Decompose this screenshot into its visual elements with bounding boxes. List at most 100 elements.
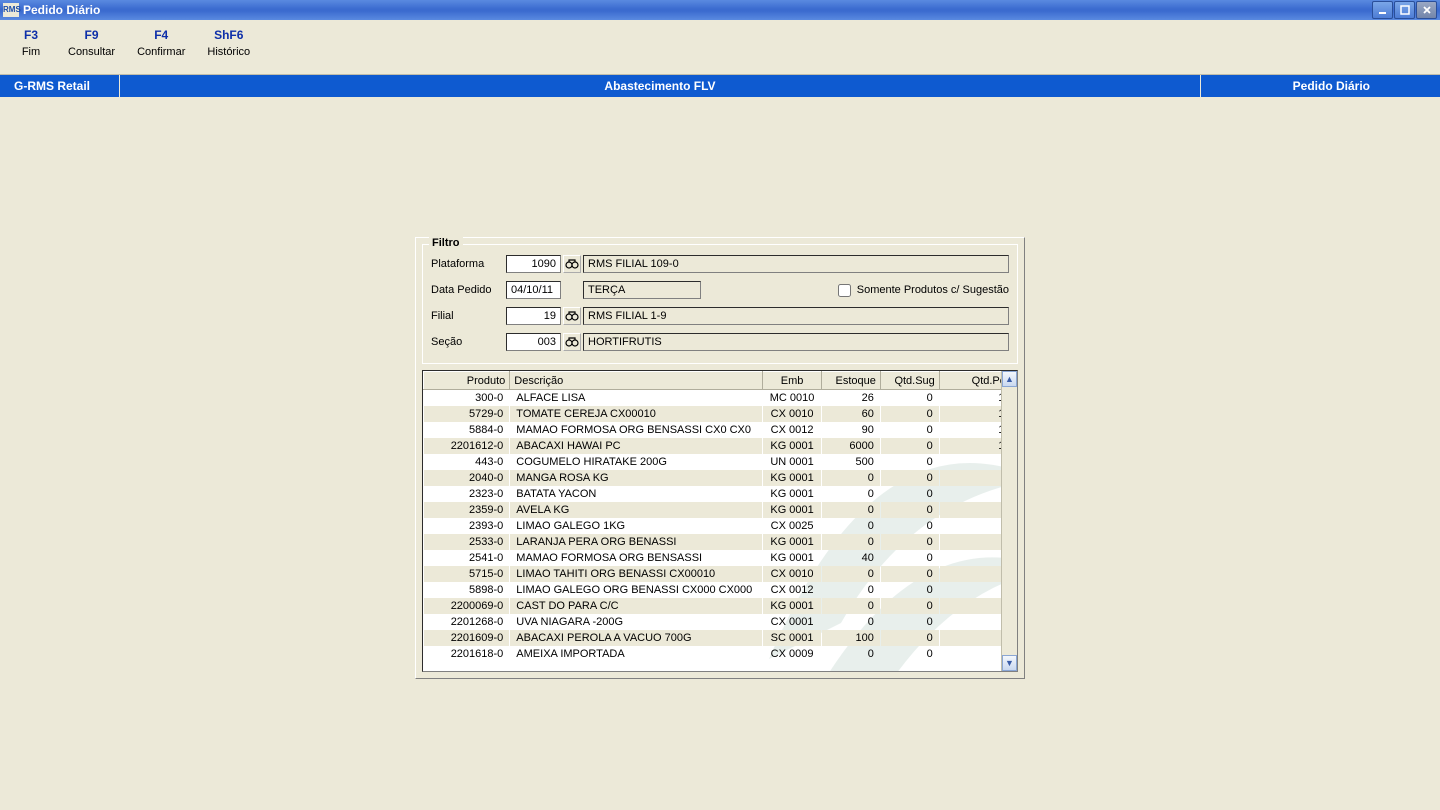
- scroll-up-button[interactable]: ▲: [1002, 371, 1017, 387]
- cell-produto[interactable]: 2040-0: [424, 470, 510, 486]
- cell-descricao[interactable]: ALFACE LISA: [510, 390, 763, 406]
- cell-qtdsug[interactable]: 0: [880, 550, 939, 566]
- product-table[interactable]: Produto Descrição Emb Estoque Qtd.Sug Qt…: [423, 371, 1017, 662]
- table-row[interactable]: 2541-0MAMAO FORMOSA ORG BENSASSIKG 00014…: [424, 550, 1017, 566]
- plataforma-input[interactable]: [506, 255, 561, 273]
- cell-produto[interactable]: 5898-0: [424, 582, 510, 598]
- th-emb[interactable]: Emb: [763, 372, 822, 390]
- cell-descricao[interactable]: ABACAXI PEROLA A VACUO 700G: [510, 630, 763, 646]
- cell-emb[interactable]: KG 0001: [763, 486, 822, 502]
- table-row[interactable]: 300-0ALFACE LISAMC 001026010: [424, 390, 1017, 406]
- cell-estoque[interactable]: 0: [822, 646, 881, 662]
- cell-descricao[interactable]: MAMAO FORMOSA ORG BENSASSI CX0 CX0: [510, 422, 763, 438]
- cell-produto[interactable]: 5729-0: [424, 406, 510, 422]
- cell-estoque[interactable]: 0: [822, 502, 881, 518]
- cell-produto[interactable]: 2201612-0: [424, 438, 510, 454]
- cell-estoque[interactable]: 26: [822, 390, 881, 406]
- cell-estoque[interactable]: 90: [822, 422, 881, 438]
- cell-produto[interactable]: 2541-0: [424, 550, 510, 566]
- secao-lookup-button[interactable]: [563, 333, 581, 351]
- plataforma-lookup-button[interactable]: [563, 255, 581, 273]
- table-row[interactable]: 2393-0LIMAO GALEGO 1KGCX 0025000: [424, 518, 1017, 534]
- cell-qtdsug[interactable]: 0: [880, 614, 939, 630]
- table-row[interactable]: 2533-0LARANJA PERA ORG BENASSIKG 0001000: [424, 534, 1017, 550]
- cell-emb[interactable]: SC 0001: [763, 630, 822, 646]
- cell-qtdsug[interactable]: 0: [880, 406, 939, 422]
- cell-emb[interactable]: CX 0010: [763, 406, 822, 422]
- cell-emb[interactable]: CX 0001: [763, 614, 822, 630]
- cell-qtdsug[interactable]: 0: [880, 646, 939, 662]
- cell-emb[interactable]: UN 0001: [763, 454, 822, 470]
- cell-estoque[interactable]: 60: [822, 406, 881, 422]
- cell-estoque[interactable]: 0: [822, 598, 881, 614]
- cell-emb[interactable]: KG 0001: [763, 502, 822, 518]
- close-button[interactable]: [1416, 1, 1437, 19]
- cell-emb[interactable]: KG 0001: [763, 438, 822, 454]
- table-row[interactable]: 2201612-0ABACAXI HAWAI PCKG 00016000010: [424, 438, 1017, 454]
- cell-emb[interactable]: KG 0001: [763, 470, 822, 486]
- cell-qtdsug[interactable]: 0: [880, 422, 939, 438]
- cell-estoque[interactable]: 0: [822, 566, 881, 582]
- cell-produto[interactable]: 2533-0: [424, 534, 510, 550]
- cell-descricao[interactable]: MANGA ROSA KG: [510, 470, 763, 486]
- cell-qtdsug[interactable]: 0: [880, 454, 939, 470]
- cell-produto[interactable]: 2323-0: [424, 486, 510, 502]
- table-row[interactable]: 2323-0BATATA YACONKG 0001000: [424, 486, 1017, 502]
- table-row[interactable]: 2040-0MANGA ROSA KGKG 0001000: [424, 470, 1017, 486]
- th-estoque[interactable]: Estoque: [822, 372, 881, 390]
- cell-qtdsug[interactable]: 0: [880, 438, 939, 454]
- cell-emb[interactable]: CX 0010: [763, 566, 822, 582]
- table-row[interactable]: 5715-0LIMAO TAHITI ORG BENASSI CX00010CX…: [424, 566, 1017, 582]
- cell-descricao[interactable]: ABACAXI HAWAI PC: [510, 438, 763, 454]
- cell-qtdsug[interactable]: 0: [880, 390, 939, 406]
- cell-estoque[interactable]: 0: [822, 582, 881, 598]
- th-descricao[interactable]: Descrição: [510, 372, 763, 390]
- secao-input[interactable]: [506, 333, 561, 351]
- cell-qtdsug[interactable]: 0: [880, 566, 939, 582]
- cell-qtdsug[interactable]: 0: [880, 486, 939, 502]
- minimize-button[interactable]: [1372, 1, 1393, 19]
- shf6-historico-button[interactable]: ShF6 Histórico: [207, 28, 250, 74]
- cell-estoque[interactable]: 0: [822, 486, 881, 502]
- somente-sugestao-checkbox[interactable]: [838, 284, 851, 297]
- table-row[interactable]: 2201609-0ABACAXI PEROLA A VACUO 700GSC 0…: [424, 630, 1017, 646]
- cell-estoque[interactable]: 100: [822, 630, 881, 646]
- cell-descricao[interactable]: MAMAO FORMOSA ORG BENSASSI: [510, 550, 763, 566]
- cell-produto[interactable]: 2393-0: [424, 518, 510, 534]
- cell-emb[interactable]: CX 0012: [763, 422, 822, 438]
- cell-produto[interactable]: 2201618-0: [424, 646, 510, 662]
- cell-estoque[interactable]: 0: [822, 534, 881, 550]
- cell-estoque[interactable]: 40: [822, 550, 881, 566]
- cell-descricao[interactable]: UVA NIAGARA -200G: [510, 614, 763, 630]
- table-row[interactable]: 5884-0MAMAO FORMOSA ORG BENSASSI CX0 CX0…: [424, 422, 1017, 438]
- cell-descricao[interactable]: AMEIXA IMPORTADA: [510, 646, 763, 662]
- cell-descricao[interactable]: CAST DO PARA C/C: [510, 598, 763, 614]
- cell-qtdsug[interactable]: 0: [880, 470, 939, 486]
- table-row[interactable]: 2201268-0UVA NIAGARA -200GCX 0001000: [424, 614, 1017, 630]
- cell-produto[interactable]: 300-0: [424, 390, 510, 406]
- cell-produto[interactable]: 2201268-0: [424, 614, 510, 630]
- cell-descricao[interactable]: LIMAO TAHITI ORG BENASSI CX00010: [510, 566, 763, 582]
- cell-descricao[interactable]: LIMAO GALEGO ORG BENASSI CX000 CX000: [510, 582, 763, 598]
- cell-descricao[interactable]: BATATA YACON: [510, 486, 763, 502]
- table-row[interactable]: 2359-0AVELA KGKG 0001000: [424, 502, 1017, 518]
- table-row[interactable]: 5898-0LIMAO GALEGO ORG BENASSI CX000 CX0…: [424, 582, 1017, 598]
- cell-estoque[interactable]: 0: [822, 614, 881, 630]
- th-produto[interactable]: Produto: [424, 372, 510, 390]
- cell-qtdsug[interactable]: 0: [880, 534, 939, 550]
- scroll-down-button[interactable]: ▼: [1002, 655, 1017, 671]
- vertical-scrollbar[interactable]: ▲ ▼: [1001, 371, 1017, 671]
- cell-produto[interactable]: 443-0: [424, 454, 510, 470]
- filial-lookup-button[interactable]: [563, 307, 581, 325]
- cell-descricao[interactable]: TOMATE CEREJA CX00010: [510, 406, 763, 422]
- table-row[interactable]: 5729-0TOMATE CEREJA CX00010CX 001060010: [424, 406, 1017, 422]
- cell-qtdsug[interactable]: 0: [880, 630, 939, 646]
- cell-descricao[interactable]: LIMAO GALEGO 1KG: [510, 518, 763, 534]
- cell-estoque[interactable]: 500: [822, 454, 881, 470]
- f3-fim-button[interactable]: F3 Fim: [16, 28, 46, 74]
- cell-produto[interactable]: 2359-0: [424, 502, 510, 518]
- cell-descricao[interactable]: AVELA KG: [510, 502, 763, 518]
- cell-produto[interactable]: 2201609-0: [424, 630, 510, 646]
- cell-qtdsug[interactable]: 0: [880, 582, 939, 598]
- cell-produto[interactable]: 5715-0: [424, 566, 510, 582]
